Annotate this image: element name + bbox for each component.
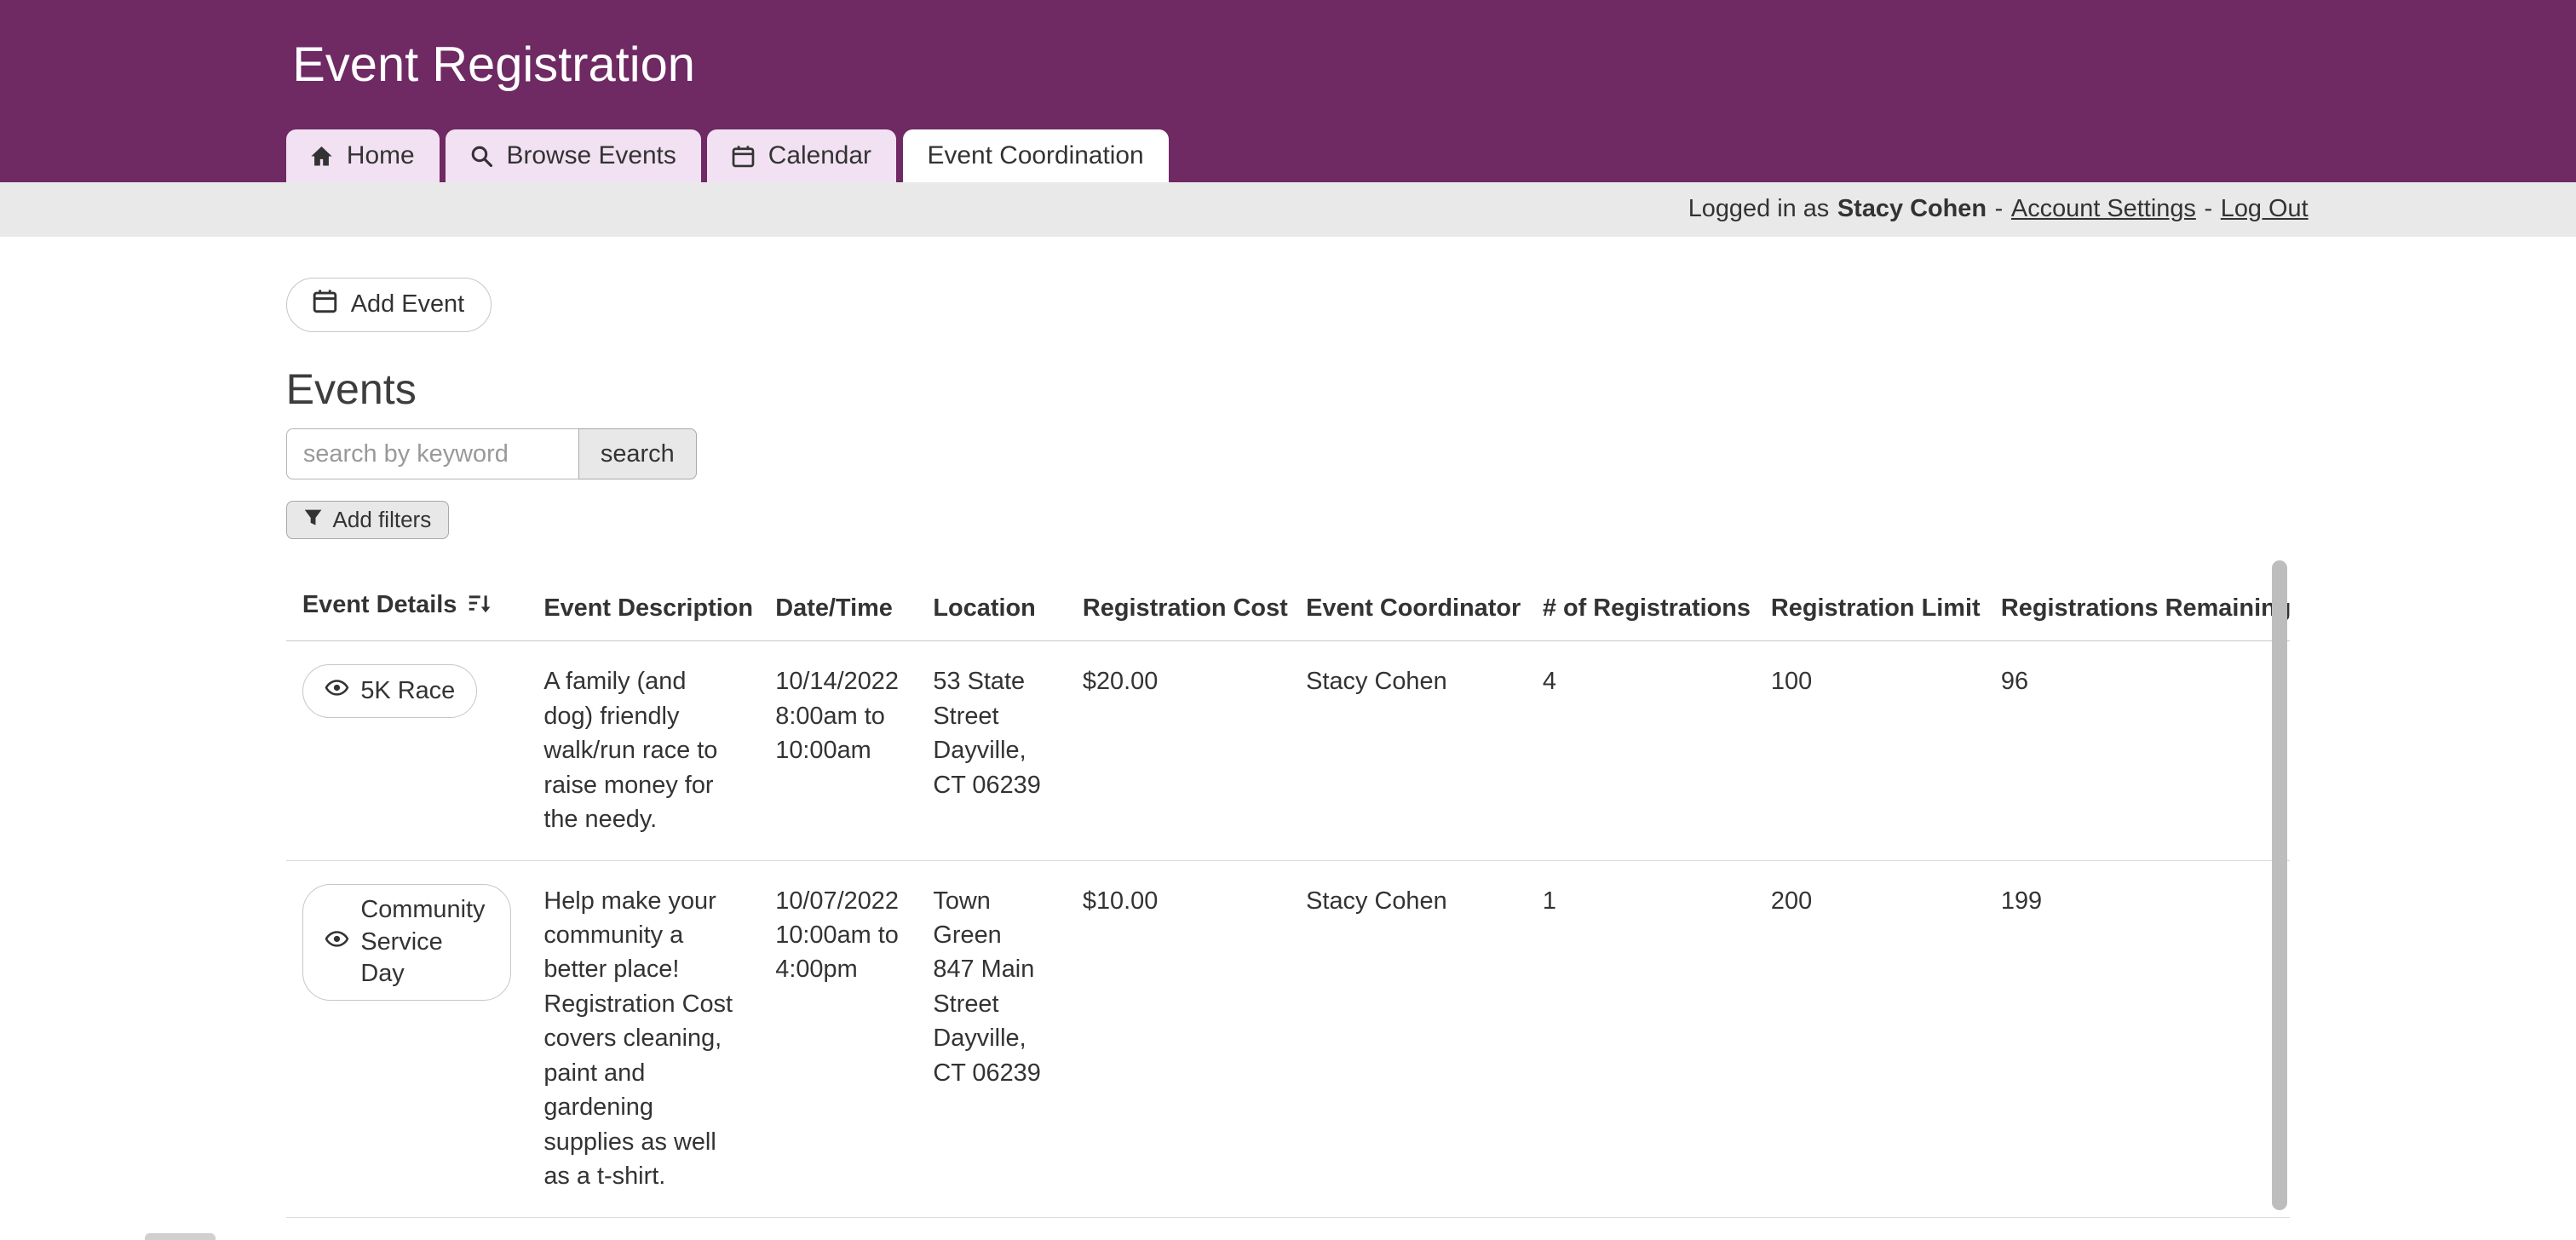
registration-limit-cell: 100 bbox=[1755, 641, 1985, 860]
column-header-date-time: Date/Time bbox=[759, 571, 917, 640]
date-time: 10/07/2022 10:00am to 4:00pm bbox=[775, 884, 900, 987]
page-title: Event Registration bbox=[292, 36, 2576, 95]
logout-link[interactable]: Log Out bbox=[2221, 195, 2309, 223]
column-header-num-registrations: # of Registrations bbox=[1527, 571, 1755, 640]
scrollbar-thumb[interactable] bbox=[2272, 560, 2286, 1211]
location: 53 State Street Dayville, CT 06239 bbox=[933, 664, 1049, 802]
location-cell: Town Green 847 Main Street Dayville, CT … bbox=[917, 860, 1066, 1217]
home-icon bbox=[310, 145, 333, 168]
registration-cost-cell: $10.00 bbox=[1067, 860, 1290, 1217]
eye-icon bbox=[325, 927, 349, 958]
column-label: Registrations Remaining bbox=[2001, 594, 2291, 622]
event-description-cell: A family (and dog) friendly walk/run rac… bbox=[527, 641, 759, 860]
column-header-registration-limit: Registration Limit bbox=[1755, 571, 1985, 640]
add-filters-label: Add filters bbox=[333, 507, 432, 533]
event-description: A family (and dog) friendly walk/run rac… bbox=[543, 664, 733, 836]
sort-icon[interactable] bbox=[467, 591, 492, 625]
column-label: Location bbox=[933, 594, 1035, 622]
add-filters-button[interactable]: Add filters bbox=[286, 501, 449, 538]
registration-limit-cell: 200 bbox=[1755, 860, 1985, 1217]
column-header-registrations-remaining: Registrations Remaining bbox=[1985, 571, 2291, 640]
column-label: Registration Cost bbox=[1083, 594, 1288, 622]
tab-label: Home bbox=[347, 141, 415, 170]
column-label: # of Registrations bbox=[1543, 594, 1751, 622]
account-bar: Logged in as Stacy Cohen - Account Setti… bbox=[0, 182, 2576, 237]
column-header-event-details[interactable]: Event Details bbox=[286, 571, 527, 640]
logged-in-label: Logged in as bbox=[1688, 195, 1830, 223]
num-registrations-cell: 1 bbox=[1527, 860, 1755, 1217]
account-settings-link[interactable]: Account Settings bbox=[2011, 195, 2196, 223]
registrations-remaining-cell: 96 bbox=[1985, 641, 2291, 860]
event-description: Help make your community a better place!… bbox=[543, 884, 733, 1194]
column-header-registration-cost: Registration Cost bbox=[1067, 571, 1290, 640]
tab-browse-events[interactable]: Browse Events bbox=[446, 129, 701, 182]
search-button[interactable]: search bbox=[578, 428, 697, 479]
search-input[interactable] bbox=[286, 428, 580, 479]
events-heading: Events bbox=[286, 365, 2576, 414]
user-name: Stacy Cohen bbox=[1837, 195, 1987, 223]
table-row: 5K Race A family (and dog) friendly walk… bbox=[286, 641, 2291, 860]
registrations-remaining-cell: 199 bbox=[1985, 860, 2291, 1217]
event-name-label: 5K Race bbox=[360, 675, 455, 708]
separator: - bbox=[2205, 195, 2213, 223]
main-content: Add Event Events search Add filters Even… bbox=[0, 237, 2576, 1218]
eye-icon bbox=[325, 675, 349, 707]
calendar-icon bbox=[313, 289, 337, 320]
tab-home[interactable]: Home bbox=[286, 129, 440, 182]
date-time: 10/14/2022 8:00am to 10:00am bbox=[775, 664, 900, 767]
tab-calendar[interactable]: Calendar bbox=[707, 129, 896, 182]
column-label: Event Details bbox=[302, 591, 457, 618]
column-label: Registration Limit bbox=[1771, 594, 1981, 622]
location-cell: 53 State Street Dayville, CT 06239 bbox=[917, 641, 1066, 860]
table-header-row: Event Details Event Description Date/Tim… bbox=[286, 571, 2291, 640]
event-name-label: Community Service Day bbox=[360, 894, 488, 990]
tab-bar: Home Browse Events Calendar Event Coordi… bbox=[286, 129, 2576, 182]
event-description-cell: Help make your community a better place!… bbox=[527, 860, 759, 1217]
event-coordinator-cell: Stacy Cohen bbox=[1290, 641, 1527, 860]
search-row: search bbox=[286, 428, 2576, 479]
event-details-cell: Community Service Day bbox=[286, 860, 527, 1217]
tab-label: Browse Events bbox=[507, 141, 676, 170]
event-details-cell: 5K Race bbox=[286, 641, 527, 860]
date-time-cell: 10/07/2022 10:00am to 4:00pm bbox=[759, 860, 917, 1217]
events-table: Event Details Event Description Date/Tim… bbox=[286, 571, 2291, 1218]
date-time-cell: 10/14/2022 8:00am to 10:00am bbox=[759, 641, 917, 860]
column-header-location: Location bbox=[917, 571, 1066, 640]
column-label: Event Coordinator bbox=[1306, 594, 1521, 622]
column-label: Date/Time bbox=[775, 594, 893, 622]
filter-icon bbox=[303, 507, 323, 533]
add-event-button[interactable]: Add Event bbox=[286, 278, 492, 332]
event-coordinator-cell: Stacy Cohen bbox=[1290, 860, 1527, 1217]
search-icon bbox=[470, 145, 493, 168]
partial-cutoff-element bbox=[145, 1233, 216, 1240]
tab-event-coordination[interactable]: Event Coordination bbox=[903, 129, 1169, 182]
add-event-label: Add Event bbox=[351, 290, 464, 319]
table-row: Community Service Day Help make your com… bbox=[286, 860, 2291, 1217]
app-header: Event Registration Home Browse Events Ca… bbox=[0, 0, 2576, 182]
event-details-button[interactable]: Community Service Day bbox=[302, 884, 511, 1002]
event-details-button[interactable]: 5K Race bbox=[302, 664, 477, 718]
tab-label: Calendar bbox=[768, 141, 871, 170]
calendar-icon bbox=[732, 145, 755, 168]
column-header-event-description: Event Description bbox=[527, 571, 759, 640]
registration-cost-cell: $20.00 bbox=[1067, 641, 1290, 860]
column-label: Event Description bbox=[543, 594, 753, 622]
location: Town Green 847 Main Street Dayville, CT … bbox=[933, 884, 1049, 1091]
separator: - bbox=[1995, 195, 2004, 223]
tab-label: Event Coordination bbox=[928, 141, 1144, 170]
num-registrations-cell: 4 bbox=[1527, 641, 1755, 860]
column-header-event-coordinator: Event Coordinator bbox=[1290, 571, 1527, 640]
